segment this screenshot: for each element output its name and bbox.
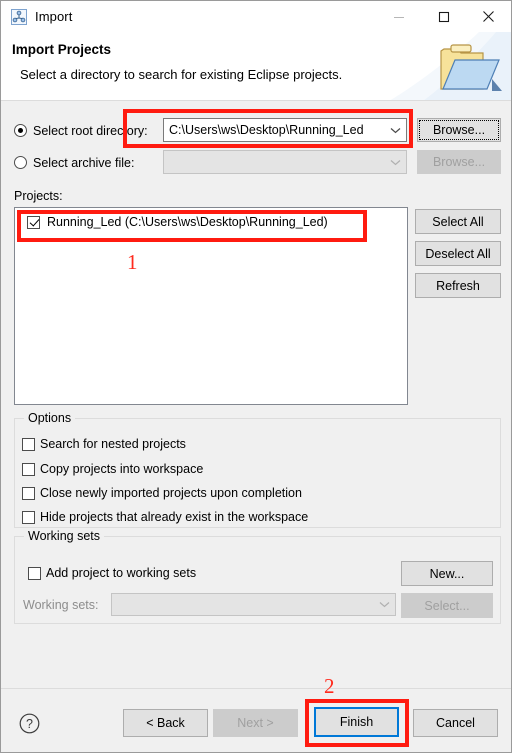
options-group-title: Options (24, 411, 76, 425)
chevron-down-icon[interactable] (384, 127, 406, 134)
select-root-directory-radio[interactable]: Select root directory: (14, 123, 148, 138)
new-working-set-button[interactable]: New... (401, 561, 493, 586)
working-sets-combo-label: Working sets: (23, 598, 99, 612)
window-title: Import (35, 9, 73, 24)
root-directory-radio-indicator[interactable] (14, 124, 27, 138)
option-copy-into-workspace[interactable]: Copy projects into workspace (22, 462, 203, 476)
search-nested-checkbox[interactable] (22, 437, 35, 451)
archive-file-label: Select archive file: (33, 155, 135, 170)
annotation-step-2: 2 (324, 674, 335, 698)
browse-archive-label: Browse... (432, 155, 486, 169)
cancel-button[interactable]: Cancel (413, 709, 498, 737)
close-imported-label: Close newly imported projects upon compl… (40, 486, 302, 500)
refresh-label: Refresh (436, 278, 480, 293)
chevron-down-icon-disabled (384, 159, 406, 166)
archive-file-combo (163, 150, 407, 174)
root-directory-value[interactable]: C:\Users\ws\Desktop\Running_Led (164, 123, 384, 137)
hide-existing-checkbox[interactable] (22, 510, 35, 524)
import-wizard-icon (11, 8, 27, 25)
svg-text:?: ? (26, 717, 33, 731)
select-all-button[interactable]: Select All (415, 209, 501, 234)
annotation-step-1: 1 (127, 250, 138, 274)
working-sets-combo (111, 593, 396, 616)
project-name: Running_Led (C:\Users\ws\Desktop\Running… (47, 215, 328, 229)
close-icon[interactable] (466, 1, 511, 32)
browse-directory-label: Browse... (432, 123, 486, 137)
title-bar: Import (1, 1, 511, 32)
maximize-icon[interactable] (421, 1, 466, 32)
cancel-button-label: Cancel (436, 716, 475, 730)
projects-label: Projects: (14, 189, 63, 203)
close-imported-checkbox[interactable] (22, 486, 35, 500)
new-working-set-label: New... (429, 566, 465, 581)
help-question-icon[interactable]: ? (19, 713, 40, 734)
copy-workspace-label: Copy projects into workspace (40, 462, 204, 476)
project-checkbox[interactable] (27, 215, 40, 229)
minimize-icon[interactable] (376, 1, 421, 32)
copy-workspace-checkbox[interactable] (22, 462, 35, 476)
option-hide-existing[interactable]: Hide projects that already exist in the … (22, 510, 308, 524)
add-working-sets-checkbox[interactable] (28, 566, 41, 580)
browse-directory-button[interactable]: Browse... (417, 118, 501, 142)
dialog-body: Select root directory: C:\Users\ws\Deskt… (1, 101, 511, 687)
select-working-set-button: Select... (401, 593, 493, 618)
deselect-all-label: Deselect All (425, 246, 491, 261)
archive-file-radio-indicator[interactable] (14, 156, 27, 170)
chevron-down-icon-working-sets (373, 601, 395, 608)
wizard-header: Import Projects Select a directory to se… (1, 32, 511, 101)
hide-existing-label: Hide projects that already exist in the … (40, 510, 309, 524)
back-button[interactable]: < Back (123, 709, 208, 737)
browse-archive-button: Browse... (417, 150, 501, 174)
working-sets-group-title: Working sets (24, 529, 105, 543)
root-directory-label: Select root directory: (33, 123, 148, 138)
deselect-all-button[interactable]: Deselect All (415, 241, 501, 266)
window-controls (376, 1, 511, 32)
root-directory-combo[interactable]: C:\Users\ws\Desktop\Running_Led (163, 118, 407, 142)
finish-button[interactable]: Finish (314, 707, 399, 737)
select-working-set-label: Select... (424, 598, 470, 613)
page-description: Select a directory to search for existin… (20, 67, 343, 82)
select-archive-file-radio[interactable]: Select archive file: (14, 155, 134, 170)
add-working-sets-label: Add project to working sets (46, 566, 197, 580)
add-project-to-working-sets[interactable]: Add project to working sets (28, 566, 196, 580)
list-item[interactable]: Running_Led (C:\Users\ws\Desktop\Running… (27, 215, 328, 229)
finish-button-label: Finish (339, 715, 374, 729)
folder-import-icon (437, 39, 503, 95)
select-all-label: Select All (432, 214, 484, 229)
page-title: Import Projects (12, 42, 112, 57)
refresh-button[interactable]: Refresh (415, 273, 501, 298)
back-button-label: < Back (146, 716, 185, 730)
projects-listbox[interactable]: Running_Led (C:\Users\ws\Desktop\Running… (14, 207, 408, 405)
import-dialog-window: Import Import Projects Select a director… (0, 0, 512, 753)
option-search-nested[interactable]: Search for nested projects (22, 437, 186, 451)
next-button-label: Next > (237, 716, 274, 730)
search-nested-label: Search for nested projects (40, 437, 186, 451)
option-close-imported[interactable]: Close newly imported projects upon compl… (22, 486, 302, 500)
next-button: Next > (213, 709, 298, 737)
